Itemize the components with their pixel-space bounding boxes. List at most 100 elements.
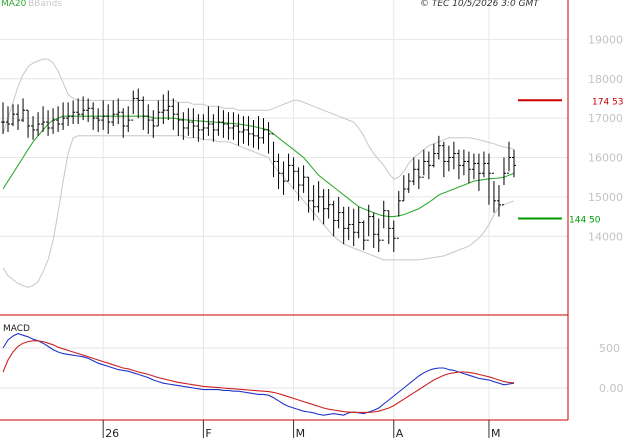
x-tick-label: F xyxy=(205,427,211,440)
ohlc-bar xyxy=(421,149,426,178)
ohlc-bar xyxy=(451,141,456,170)
ohlc-bar xyxy=(16,104,21,130)
ohlc-bar xyxy=(111,100,116,126)
ohlc-bar xyxy=(256,116,261,150)
x-tick-label: M xyxy=(296,427,306,440)
macd-signal-line xyxy=(2,340,515,413)
price-tick-label: 15000 xyxy=(588,191,623,204)
ohlc-bar xyxy=(396,190,401,239)
ohlc-bar xyxy=(161,94,166,125)
ohlc-bar xyxy=(476,153,481,191)
ohlc-bar xyxy=(6,106,11,132)
price-tick-label: 19000 xyxy=(588,33,623,46)
ohlc-bar xyxy=(466,151,471,184)
ohlc-bar xyxy=(66,102,71,126)
ohlc-bar xyxy=(291,157,296,189)
ohlc-bar xyxy=(376,218,381,252)
ohlc-bar xyxy=(496,185,501,217)
chart-canvas: 174 53 144 50 19000180001700016000150001… xyxy=(0,0,624,440)
bbands-legend: BBands xyxy=(28,0,62,9)
x-tick-label: 26 xyxy=(105,427,119,440)
ohlc-bar xyxy=(191,108,196,138)
ohlc-bar xyxy=(226,112,231,140)
price-gridlines xyxy=(0,0,568,315)
ohlc-bar xyxy=(171,98,176,130)
ohlc-bar xyxy=(231,112,236,140)
ohlc-bar xyxy=(431,143,436,168)
ohlc-bar xyxy=(96,108,101,132)
ohlc-bar xyxy=(261,118,266,144)
ohlc-bar xyxy=(416,159,421,189)
macd-tick-label: 500 xyxy=(599,342,620,355)
ohlc-bar xyxy=(456,149,461,180)
ohlc-bar xyxy=(446,145,451,172)
ohlc-bar xyxy=(76,98,81,125)
ohlc-bar xyxy=(156,100,161,127)
x-axis-ticks: 26 F M A M xyxy=(102,420,501,440)
ohlc-bar xyxy=(221,110,226,138)
ohlc-bar xyxy=(301,165,306,193)
ohlc-bar xyxy=(266,122,271,154)
x-tick-label: M xyxy=(491,427,501,440)
ohlc-bar xyxy=(361,220,366,251)
ohlc-bar xyxy=(481,151,486,178)
ohlc-bar xyxy=(381,200,386,241)
ohlc-bar xyxy=(406,173,411,193)
ohlc-bars xyxy=(1,88,516,252)
bollinger-lower-band xyxy=(2,135,515,288)
ohlc-bar xyxy=(491,172,496,213)
ohlc-bar xyxy=(186,108,191,136)
ohlc-bar xyxy=(326,189,331,219)
ohlc-bar xyxy=(356,206,361,239)
ohlc-bar xyxy=(31,116,36,140)
ohlc-bar xyxy=(276,153,281,189)
ohlc-bar xyxy=(236,114,241,146)
ohlc-bar xyxy=(106,104,111,134)
ohlc-bar xyxy=(71,100,76,125)
ohlc-bar xyxy=(346,206,351,241)
x-tick-label: A xyxy=(396,427,404,440)
ma20-legend: MA20 xyxy=(1,0,27,9)
macd-axis-ticks: 500 0.00 xyxy=(599,342,624,395)
ohlc-bar xyxy=(512,149,516,178)
ohlc-bar xyxy=(351,208,356,247)
ohlc-bar xyxy=(336,196,341,229)
ohlc-bar xyxy=(146,104,151,134)
resistance-label: 174 53 xyxy=(592,97,624,107)
ohlc-bar xyxy=(136,88,141,119)
ohlc-bar xyxy=(26,109,31,138)
ohlc-bar xyxy=(386,210,391,245)
ohlc-bar xyxy=(306,176,311,213)
price-tick-label: 18000 xyxy=(588,73,623,86)
ohlc-bar xyxy=(141,96,146,130)
ohlc-bar xyxy=(151,110,156,138)
ohlc-bar xyxy=(101,100,106,130)
macd-label: MACD xyxy=(3,324,30,334)
ohlc-bar xyxy=(121,108,126,138)
ohlc-bar xyxy=(461,149,466,176)
macd-tick-label: 0.00 xyxy=(599,382,624,395)
ohlc-bar xyxy=(501,157,506,206)
ohlc-bar xyxy=(116,98,121,125)
ohlc-bar xyxy=(371,212,376,249)
ohlc-bar xyxy=(271,133,276,178)
price-axis-ticks: 19000 18000 17000 16000 15000 14000 xyxy=(588,33,623,243)
ohlc-bar xyxy=(341,206,346,245)
price-tick-label: 14000 xyxy=(588,230,623,243)
ohlc-bar xyxy=(246,116,251,146)
ohlc-bar xyxy=(321,189,326,225)
macd-line xyxy=(2,333,515,416)
ohlc-bar xyxy=(436,135,441,160)
ohlc-bar xyxy=(441,141,446,178)
ohlc-bar xyxy=(241,116,246,144)
ohlc-bar xyxy=(426,151,431,180)
ohlc-bar xyxy=(126,106,131,132)
ohlc-bar xyxy=(311,185,316,221)
ohlc-bar xyxy=(166,90,171,121)
ohlc-bar xyxy=(251,120,256,148)
ohlc-bar xyxy=(36,112,41,136)
ohlc-bar xyxy=(411,157,416,186)
support-label: 144 50 xyxy=(569,216,601,226)
ohlc-bar xyxy=(331,200,336,237)
ohlc-bar xyxy=(216,106,221,136)
